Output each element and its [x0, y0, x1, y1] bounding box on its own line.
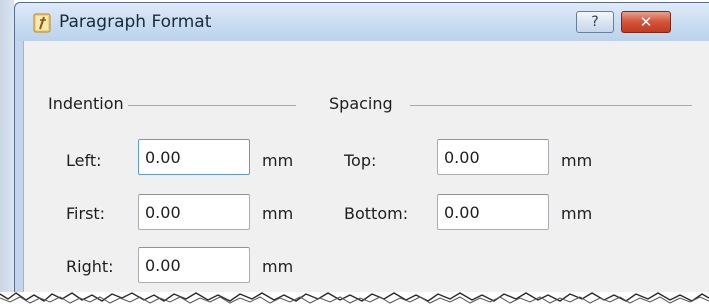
- right-unit: mm: [262, 257, 294, 276]
- window-title: Paragraph Format: [59, 12, 212, 32]
- close-button[interactable]: ✕: [621, 11, 671, 33]
- indention-group-label: Indention: [48, 94, 124, 113]
- background-window-edge: [0, 0, 14, 304]
- help-button[interactable]: ?: [576, 11, 614, 33]
- bottom-unit: mm: [561, 204, 593, 223]
- dialog-content: Indention Spacing Left: mm First: mm Rig…: [23, 41, 709, 295]
- title-bar[interactable]: Paragraph Format ? ✕: [15, 3, 709, 41]
- right-input[interactable]: [138, 247, 250, 283]
- bottom-label: Bottom:: [344, 204, 409, 223]
- top-input[interactable]: [437, 139, 549, 175]
- left-input[interactable]: [138, 139, 250, 175]
- first-unit: mm: [262, 204, 294, 223]
- left-label: Left:: [66, 151, 102, 170]
- first-input[interactable]: [138, 194, 250, 230]
- top-label: Top:: [344, 151, 377, 170]
- spacing-group-label: Spacing: [329, 94, 393, 113]
- paragraph-format-dialog: Paragraph Format ? ✕ Indention Spacing L…: [14, 2, 709, 295]
- cropped-edge: [0, 292, 709, 304]
- left-unit: mm: [262, 151, 294, 170]
- right-label: Right:: [66, 257, 114, 276]
- top-unit: mm: [561, 151, 593, 170]
- bottom-input[interactable]: [437, 194, 549, 230]
- first-label: First:: [66, 204, 106, 223]
- indention-separator: [128, 105, 296, 106]
- spacing-separator: [410, 105, 692, 106]
- app-icon: [33, 13, 51, 33]
